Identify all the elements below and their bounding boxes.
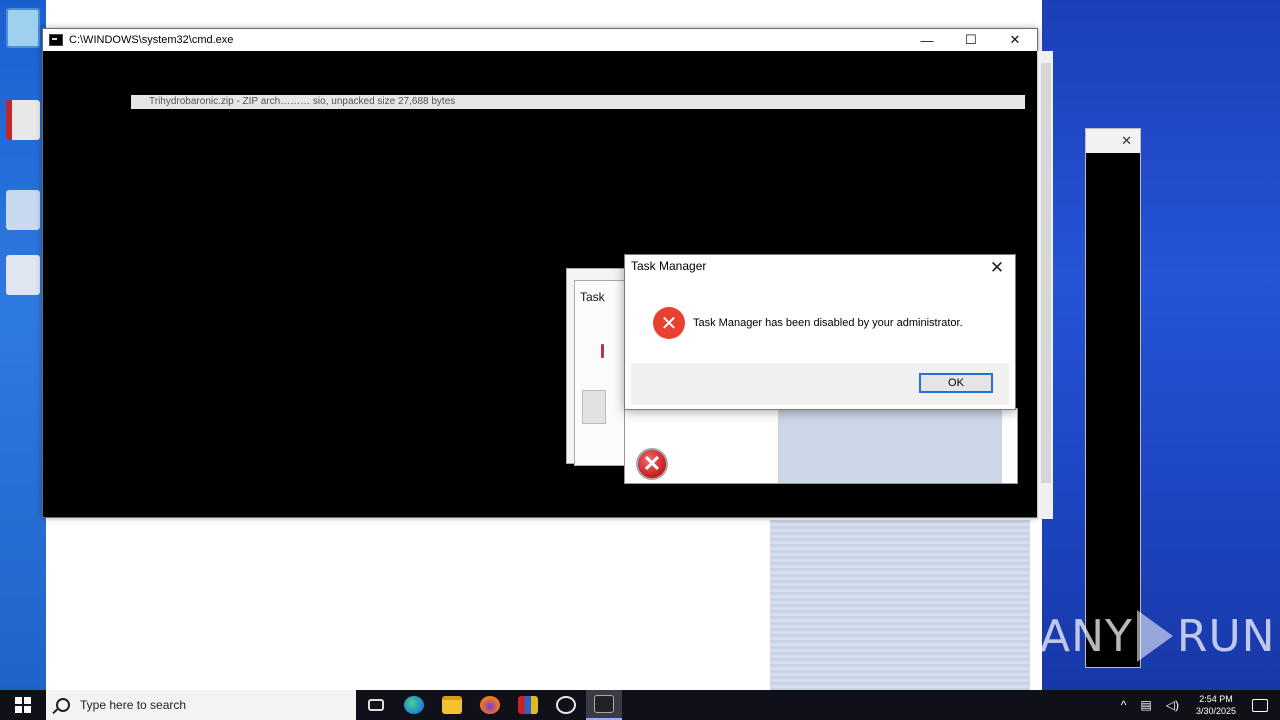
- dialog-message: Task Manager has been disabled by your a…: [693, 317, 963, 329]
- file-explorer-icon[interactable]: [434, 690, 470, 720]
- system-tray: ^ ▤ ◁) 2:54 PM 3/30/2025: [1114, 690, 1280, 720]
- stacked-dialog-button: [582, 390, 606, 424]
- start-button[interactable]: [0, 690, 46, 720]
- lower-dialog-panel: [778, 410, 1002, 483]
- dialog-close-button[interactable]: ✕: [985, 257, 1009, 279]
- search-icon: [56, 698, 70, 712]
- winrar-icon[interactable]: [510, 690, 546, 720]
- window-controls: — ☐ ✕: [905, 29, 1037, 51]
- close-button[interactable]: ✕: [993, 29, 1037, 51]
- cmd-scrollbar[interactable]: [1037, 51, 1053, 519]
- background-window-panel: [770, 520, 1030, 690]
- cmd-title: C:\WINDOWS\system32\cmd.exe: [69, 34, 234, 46]
- anyrun-watermark: ANY RUN: [1040, 610, 1276, 662]
- error-icon: ✕: [636, 448, 668, 480]
- clock-time: 2:54 PM: [1199, 694, 1233, 704]
- cmd-icon: [49, 34, 63, 46]
- search-placeholder: Type here to search: [80, 698, 187, 712]
- app-icon[interactable]: [548, 690, 584, 720]
- clock[interactable]: 2:54 PM 3/30/2025: [1196, 693, 1236, 717]
- desktop-document-icon[interactable]: [6, 255, 40, 295]
- show-hidden-icons-icon[interactable]: ^: [1121, 698, 1127, 712]
- dialog-title: Task Manager: [631, 259, 707, 273]
- watermark-left: ANY: [1040, 610, 1133, 662]
- task-manager-dialog: Task Manager ✕ ✕ Task Manager has been d…: [624, 254, 1016, 410]
- dialog-footer: OK: [631, 363, 1009, 405]
- network-icon[interactable]: ▤: [1140, 698, 1151, 712]
- side-window: ✕: [1085, 128, 1141, 668]
- notification-icon[interactable]: [1252, 698, 1268, 712]
- cmd-output-line: Trihydrobaronic.zip - ZIP arch……… sio, u…: [131, 95, 1025, 109]
- maximize-button[interactable]: ☐: [949, 29, 993, 51]
- recycle-bin-icon[interactable]: [6, 8, 40, 48]
- taskbar-search[interactable]: Type here to search: [46, 690, 356, 720]
- clock-date: 3/30/2025: [1195, 706, 1236, 716]
- desktop-file-icon[interactable]: [6, 190, 40, 230]
- volume-icon[interactable]: ◁): [1166, 698, 1179, 712]
- watermark-right: RUN: [1176, 610, 1276, 662]
- error-icon: ✕: [653, 307, 685, 339]
- play-icon: [1136, 610, 1173, 662]
- scroll-thumb[interactable]: [1041, 63, 1051, 483]
- cmd-taskbar-icon[interactable]: [586, 690, 622, 720]
- taskbar: Type here to search ^ ▤ ◁) 2:54 PM 3/30/…: [0, 690, 1280, 720]
- side-window-titlebar[interactable]: ✕: [1086, 129, 1140, 153]
- windows-logo-icon: [15, 697, 31, 713]
- stacked-dialog-title: Task: [580, 290, 605, 304]
- desktop-left: [0, 0, 46, 690]
- firefox-icon[interactable]: [472, 690, 508, 720]
- stacked-error-icon: [601, 344, 604, 358]
- minimize-button[interactable]: —: [905, 29, 949, 51]
- desktop-right: [1042, 0, 1280, 690]
- cmd-titlebar[interactable]: C:\WINDOWS\system32\cmd.exe — ☐ ✕: [43, 29, 1037, 51]
- desktop-app-icon[interactable]: [6, 100, 40, 140]
- side-window-close-button[interactable]: ✕: [1121, 133, 1132, 149]
- ok-button[interactable]: OK: [919, 373, 993, 393]
- edge-icon[interactable]: [396, 690, 432, 720]
- task-view-icon[interactable]: [358, 690, 394, 720]
